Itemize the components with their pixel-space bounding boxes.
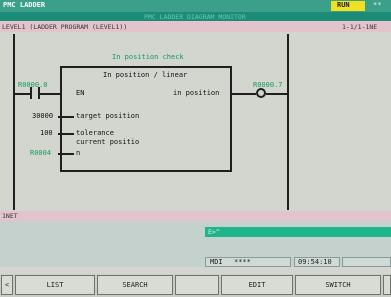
pin-current-position: current positio bbox=[76, 138, 140, 146]
left-power-rail bbox=[13, 34, 15, 210]
function-block-title: In position / linear bbox=[103, 71, 188, 79]
pin-tolerance: tolerance bbox=[76, 129, 114, 137]
output-coil[interactable] bbox=[256, 88, 266, 98]
rung-wire bbox=[232, 93, 256, 95]
switch-softkey-button[interactable]: SWITCH bbox=[295, 275, 381, 295]
pin-en: EN bbox=[76, 89, 85, 97]
status-cell-empty bbox=[342, 257, 391, 267]
contact-left-bar bbox=[30, 87, 32, 99]
net-bar bbox=[0, 211, 391, 221]
mode-status: MDI bbox=[210, 258, 223, 266]
clock-time: 09:54:10 bbox=[298, 258, 332, 266]
pin-in-position: in position bbox=[173, 89, 220, 97]
next-softkey-button[interactable] bbox=[383, 275, 391, 295]
pin-target-position: target position bbox=[76, 112, 140, 120]
target-value[interactable]: 30000 bbox=[32, 112, 53, 120]
blank-softkey-3[interactable] bbox=[175, 275, 219, 295]
input-contact-address[interactable]: R0000.0 bbox=[18, 81, 48, 89]
key-input-field[interactable] bbox=[205, 227, 391, 237]
rung-wire bbox=[58, 133, 74, 135]
prev-softkey-button[interactable]: < bbox=[1, 275, 13, 295]
pin-n: n bbox=[76, 149, 81, 157]
right-power-rail bbox=[287, 34, 289, 210]
net-label: 1NET bbox=[2, 212, 18, 220]
rung-wire bbox=[15, 93, 31, 95]
rung-wire bbox=[58, 116, 74, 118]
key-input-prompt: E>^ bbox=[208, 228, 220, 236]
app-title: PMC LADDER bbox=[3, 1, 46, 9]
mode-stars: **** bbox=[234, 258, 251, 266]
run-status-text: RUN bbox=[337, 1, 350, 9]
rung-wire bbox=[266, 93, 287, 95]
page-indicator: 1-1/1-1NE bbox=[342, 23, 378, 31]
tolerance-value[interactable]: 100 bbox=[40, 129, 53, 137]
rung-wire bbox=[58, 153, 74, 155]
monitor-title: PMC LADDER DIAGRAM MONITOR bbox=[144, 13, 246, 21]
run-indicator: ** bbox=[373, 1, 382, 9]
list-softkey-button[interactable]: LIST bbox=[15, 275, 95, 295]
search-softkey-button[interactable]: SEARCH bbox=[97, 275, 173, 295]
rung-wire bbox=[40, 93, 62, 95]
edit-softkey-button[interactable]: EDIT bbox=[221, 275, 293, 295]
rung-title: In position check bbox=[112, 53, 184, 61]
output-coil-address[interactable]: R0000.7 bbox=[253, 81, 283, 89]
program-label: LEVEL1 (LADDER PROGRAM (LEVEL1)) bbox=[2, 23, 128, 31]
n-address[interactable]: R0004 bbox=[30, 149, 51, 157]
